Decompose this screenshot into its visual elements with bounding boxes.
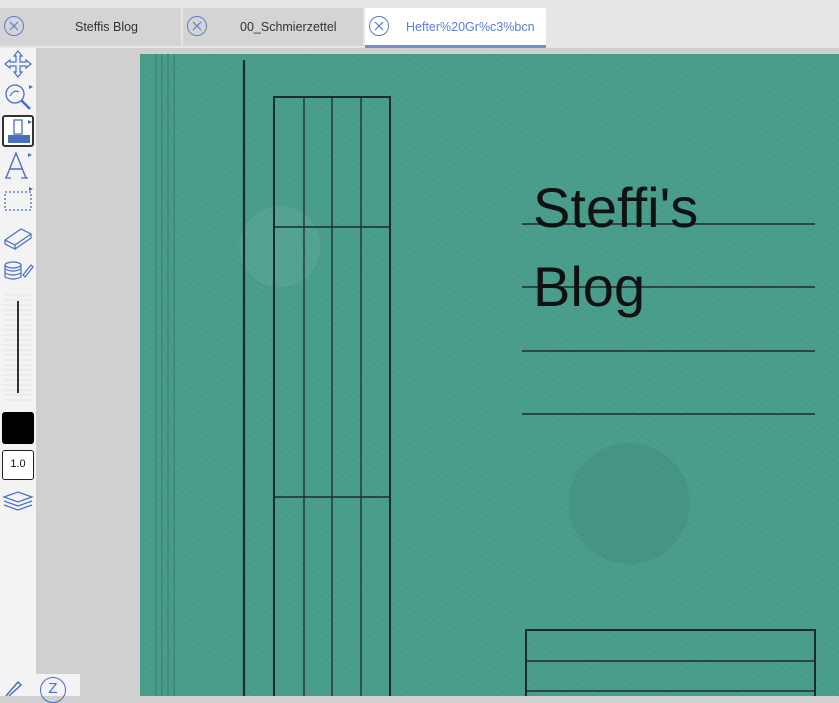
pen-tool-icon[interactable]: [2, 115, 34, 147]
layers-icon[interactable]: [2, 485, 34, 517]
select-rect-tool-icon[interactable]: [2, 185, 34, 217]
tab-hefter-gruen[interactable]: Hefter%20Gr%c3%bcn: [365, 8, 546, 48]
zoom-tool-icon[interactable]: [2, 81, 34, 113]
layers-pen-icon[interactable]: [2, 255, 34, 287]
tab-bar: Steffis Blog 00_Schmierzettel Hefter%20G…: [0, 0, 839, 48]
close-tab-icon[interactable]: [369, 16, 389, 36]
tab-label: Hefter%20Gr%c3%bcn: [406, 20, 535, 34]
close-tab-icon[interactable]: [4, 16, 24, 36]
page-title: Steffi's Blog: [533, 176, 699, 318]
line-width-value[interactable]: 1.0: [2, 450, 34, 480]
pen-icon[interactable]: [4, 680, 24, 701]
line-width-slider[interactable]: [17, 301, 19, 393]
folder-page[interactable]: Steffi's Blog: [140, 54, 839, 696]
eraser-tool-icon[interactable]: [2, 220, 34, 252]
tab-steffis-blog[interactable]: Steffis Blog: [0, 8, 181, 46]
folder-drawing: [155, 54, 816, 696]
canvas-area[interactable]: Steffi's Blog: [36, 48, 839, 696]
close-tab-icon[interactable]: [187, 16, 207, 36]
color-swatch[interactable]: [2, 412, 34, 444]
tool-palette: 1.0: [0, 48, 36, 696]
tab-schmierzettel[interactable]: 00_Schmierzettel: [183, 8, 363, 46]
z-icon[interactable]: Z: [40, 677, 66, 703]
tab-label: Steffis Blog: [75, 20, 139, 34]
text-tool-icon[interactable]: [2, 150, 34, 182]
move-tool-icon[interactable]: [2, 48, 34, 80]
tab-label: 00_Schmierzettel: [240, 20, 337, 34]
